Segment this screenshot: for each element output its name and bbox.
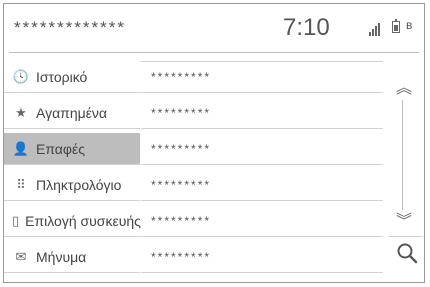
phone-screen: ************* 7:10 ʙ 🕓 Ιστορικό ★ Αγαπημ… [3, 3, 425, 283]
sidebar: 🕓 Ιστορικό ★ Αγαπημένα 👤 Επαφές ⠿ Πληκτρ… [4, 61, 141, 277]
person-icon: 👤 [12, 140, 30, 156]
sidebar-item-label: Επαφές [36, 140, 85, 157]
scroll-down-button[interactable]: ︾ [394, 207, 414, 230]
sidebar-item-label: Αγαπημένα [36, 104, 108, 121]
contact-list: ********* ********* ********* ********* … [141, 61, 383, 277]
scroll-up-button[interactable]: ︽ [394, 74, 414, 97]
clock: 7:10 [283, 14, 330, 41]
sidebar-item-history[interactable]: 🕓 Ιστορικό [4, 61, 140, 93]
search-icon [397, 243, 418, 264]
message-icon: ✉ [15, 248, 27, 264]
sidebar-item-device-select[interactable]: ▯ Επιλογή συσκευής [4, 205, 141, 237]
header-divider [9, 52, 419, 53]
contact-row[interactable]: ********* [141, 169, 383, 201]
clock-icon: 🕓 [12, 68, 30, 84]
sidebar-item-label: Μήνυμα [36, 248, 87, 265]
bluetooth-icon: ʙ [406, 18, 413, 32]
sidebar-item-label: Επιλογή συσκευής [25, 212, 141, 229]
sidebar-item-keypad[interactable]: ⠿ Πληκτρολόγιο [4, 169, 140, 201]
device-icon: ▯ [12, 212, 20, 228]
sidebar-item-message[interactable]: ✉ Μήνυμα [4, 241, 140, 273]
star-icon: ★ [15, 104, 27, 120]
battery-icon [392, 19, 400, 33]
contact-row[interactable]: ********* [141, 241, 383, 273]
search-button[interactable] [389, 236, 423, 266]
scrollbar-track[interactable] [402, 100, 403, 210]
sidebar-item-favorites[interactable]: ★ Αγαπημένα [4, 97, 140, 129]
contact-row[interactable]: ********* [141, 97, 383, 129]
sidebar-item-contacts[interactable]: 👤 Επαφές [4, 133, 140, 165]
contact-row[interactable]: ********* [141, 205, 383, 237]
contact-row[interactable]: ********* [141, 61, 383, 93]
signal-icon [369, 22, 385, 36]
screen-title: ************* [14, 18, 127, 37]
contact-row[interactable]: ********* [141, 133, 383, 165]
sidebar-item-label: Ιστορικό [36, 68, 88, 85]
status-bar: ************* 7:10 ʙ [4, 4, 424, 48]
sidebar-item-label: Πληκτρολόγιο [36, 176, 122, 193]
keypad-icon: ⠿ [16, 176, 26, 192]
